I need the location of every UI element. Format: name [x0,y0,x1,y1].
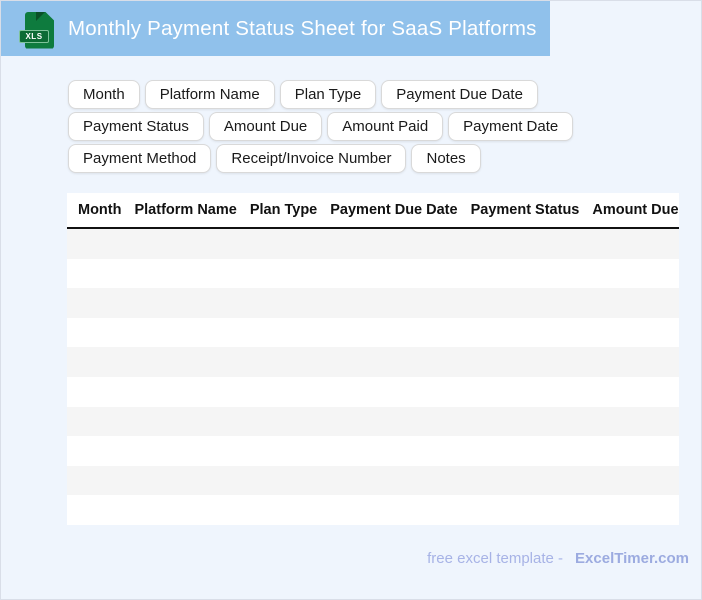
field-chips: Month Platform Name Plan Type Payment Due D… [68,80,648,173]
xls-label: XLS [19,29,49,43]
chip-amount-paid[interactable]: Amount Paid [327,112,444,141]
chip-amount-due[interactable]: Amount Due [208,112,323,141]
header-banner: XLS Monthly Payment Status Sheet for Saa… [1,1,550,56]
xls-file-icon: XLS [17,7,55,51]
table-row [67,376,679,407]
table-row [67,347,679,377]
chip-payment-due-date[interactable]: Payment Due Date [381,80,538,109]
table-row [67,258,679,289]
chip-payment-date[interactable]: Payment Date [448,112,574,141]
column-header-platform-name: Platform Name [134,202,237,218]
chip-notes[interactable]: Notes [411,144,481,173]
column-header-amount-due: Amount Due [592,202,679,218]
column-header-payment-status: Payment Status [470,202,580,218]
chip-month[interactable]: Month [68,80,140,109]
column-header-month: Month [78,202,122,218]
xls-folded-corner [36,11,45,21]
table-header-row: Month Platform Name Plan Type Payment Due D… [67,193,679,229]
page-title: Monthly Payment Status Sheet for SaaS Pl… [68,16,537,40]
table-row [67,317,679,348]
page: XLS Monthly Payment Status Sheet for Saa… [0,0,702,600]
column-header-plan-type: Plan Type [249,202,318,218]
table-row [67,229,679,259]
table-row [67,288,679,318]
table-row [67,436,679,466]
spreadsheet-preview: Month Platform Name Plan Type Payment Due D… [67,193,679,525]
chip-platform-name[interactable]: Platform Name [144,80,275,109]
footer-brand-link[interactable]: ExcelTimer.com [575,550,689,567]
table-row [67,465,679,496]
chip-payment-method[interactable]: Payment Method [68,144,212,173]
footer-text: free excel template - [427,550,564,567]
table-body [67,229,679,525]
table-row [67,406,679,437]
chip-payment-status[interactable]: Payment Status [68,112,204,141]
column-header-payment-due-date: Payment Due Date [330,202,458,218]
footer: free excel template - ExcelTimer.com [427,550,689,567]
chip-receipt-invoice-number[interactable]: Receipt/Invoice Number [216,144,407,173]
table-row [67,495,679,525]
chip-plan-type[interactable]: Plan Type [279,80,377,109]
